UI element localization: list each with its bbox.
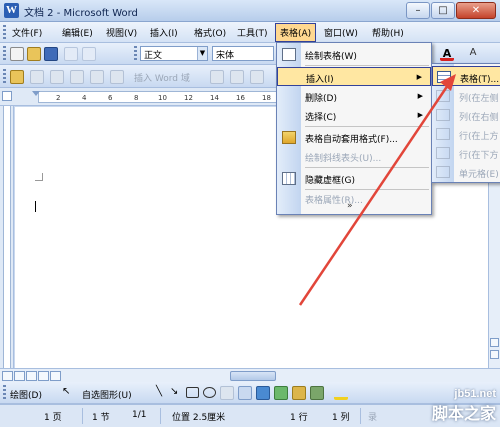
watermark-site: jb51.net xyxy=(454,388,496,400)
arrow-shaft xyxy=(298,84,450,306)
watermark: jb51.net 脚本之家 xyxy=(432,388,496,424)
annotation-arrow xyxy=(298,74,456,306)
watermark-name: 脚本之家 xyxy=(431,404,496,423)
arrow-head xyxy=(440,74,456,91)
